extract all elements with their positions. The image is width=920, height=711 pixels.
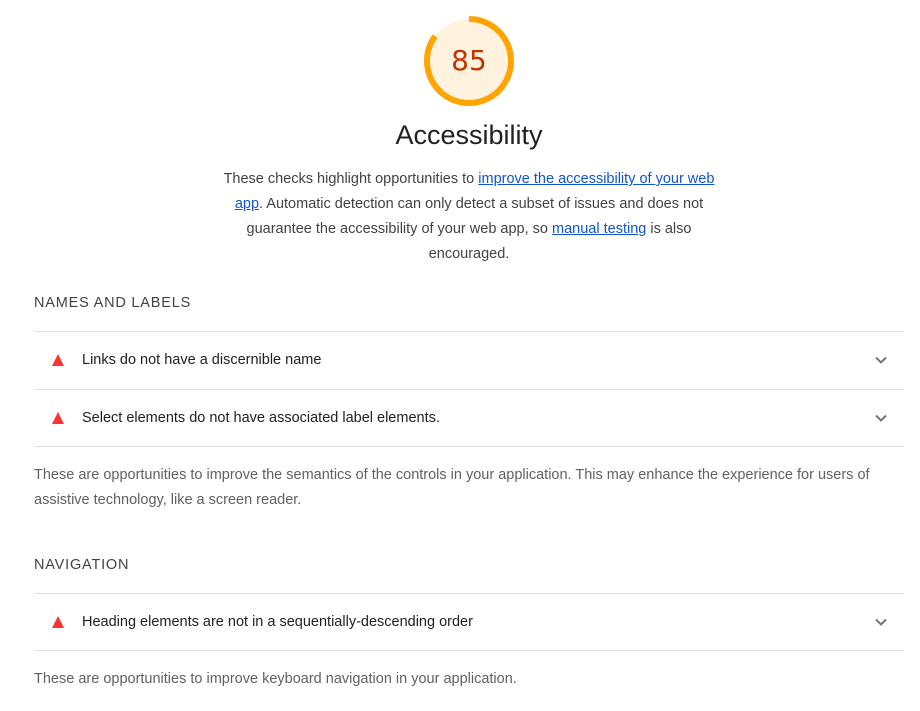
audit-label: Heading elements are not in a sequential… — [82, 614, 473, 630]
chevron-down-icon[interactable] — [872, 351, 890, 369]
score-value: 85 — [451, 44, 487, 77]
group-title-names-and-labels: NAMES AND LABELS — [34, 295, 192, 311]
group-description-names-and-labels: These are opportunities to improve the s… — [34, 467, 870, 508]
score-gauge: 85 — [424, 16, 514, 106]
category-description: These checks highlight opportunities to … — [219, 167, 719, 267]
group-title-navigation: NAVIGATION — [34, 557, 130, 573]
audit-item-select-label[interactable]: Select elements do not have associated l… — [34, 389, 904, 447]
fail-triangle-icon — [52, 616, 64, 628]
chevron-down-icon[interactable] — [872, 613, 890, 631]
audit-label: Select elements do not have associated l… — [82, 410, 440, 426]
audit-item-link-name[interactable]: Links do not have a discernible name — [34, 331, 904, 388]
manual-testing-link[interactable]: manual testing — [552, 221, 646, 237]
fail-triangle-icon — [52, 354, 64, 366]
category-title: Accessibility — [395, 120, 543, 150]
group-description-navigation: These are opportunities to improve keybo… — [34, 671, 517, 687]
description-text-1: These checks highlight opportunities to — [223, 171, 479, 187]
audit-label: Links do not have a discernible name — [82, 352, 322, 368]
fail-triangle-icon — [52, 412, 64, 424]
audit-item-heading-order[interactable]: Heading elements are not in a sequential… — [34, 593, 904, 651]
chevron-down-icon[interactable] — [872, 409, 890, 427]
